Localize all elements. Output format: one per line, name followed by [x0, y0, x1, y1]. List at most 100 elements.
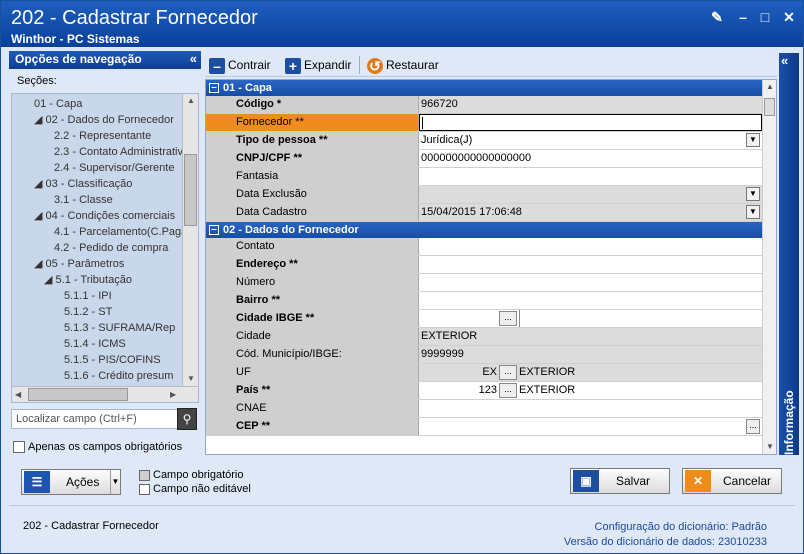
scrollbar-thumb[interactable] — [184, 154, 197, 226]
property-row[interactable]: Cidade EXTERIOR — [206, 328, 762, 346]
property-row[interactable]: Bairro ** — [206, 292, 762, 310]
text-cursor — [422, 117, 423, 129]
property-value[interactable] — [419, 256, 762, 273]
property-value[interactable]: ... — [419, 310, 762, 327]
chevron-down-icon[interactable]: ▼ — [746, 205, 760, 219]
info-panel[interactable]: « Informação — [779, 53, 799, 455]
property-row[interactable]: Endereço ** — [206, 256, 762, 274]
tree-horizontal-scrollbar[interactable]: ◀ ▶ — [12, 386, 198, 402]
footer-dictionary-info: Configuração do dicionário: Padrão Versã… — [564, 520, 767, 550]
property-value[interactable] — [419, 274, 762, 291]
expand-button[interactable]: + Expandir — [285, 56, 351, 74]
property-value[interactable] — [419, 168, 762, 185]
tree-item[interactable]: 3.1 - Classe — [14, 192, 198, 208]
close-button[interactable]: ✕ — [781, 9, 797, 25]
tree-item[interactable]: 5.1.1 - IPI — [14, 288, 198, 304]
tree-item[interactable]: 5.1.4 - ICMS — [14, 336, 198, 352]
scroll-up-icon[interactable]: ▲ — [766, 82, 774, 91]
tree-vertical-scrollbar[interactable]: ▲ ▼ — [182, 94, 198, 386]
main-window: 202 - Cadastrar Fornecedor Winthor - PC … — [0, 0, 804, 554]
tree-item[interactable]: 4.1 - Parcelamento(C.Paga — [14, 224, 198, 240]
sections-tree: 01 - Capa ◢ 02 - Dados do Fornecedor 2.2 -… — [11, 93, 199, 403]
scroll-left-icon[interactable]: ◀ — [15, 390, 21, 399]
property-row[interactable]: Cód. Município/IBGE: 9999999 — [206, 346, 762, 364]
tree-item[interactable]: 01 - Capa — [14, 96, 198, 112]
expand-panel-icon[interactable]: « — [781, 53, 788, 68]
grid-toolbar: – Contrair + Expandir ↺ Restaurar — [205, 53, 777, 77]
collapse-toggle-icon[interactable]: – — [209, 225, 219, 235]
property-value[interactable] — [419, 238, 762, 255]
collapse-panel-icon[interactable]: « — [190, 51, 197, 66]
tree-item[interactable]: ◢ 5.1 - Tributação — [14, 272, 198, 288]
property-row[interactable]: Fornecedor ** — [206, 114, 762, 132]
property-row[interactable]: País ** 123... EXTERIOR — [206, 382, 762, 400]
property-value[interactable]: Jurídica(J) ▼ — [419, 132, 762, 149]
save-button[interactable]: ▣ Salvar — [570, 468, 670, 494]
tree-item[interactable]: 2.2 - Representante — [14, 128, 198, 144]
property-row[interactable]: CNPJ/CPF ** 000000000000000000 — [206, 150, 762, 168]
property-row[interactable]: Data Cadastro 15/04/2015 17:06:48 ▼ — [206, 204, 762, 222]
maximize-button[interactable]: □ — [757, 9, 773, 25]
property-row[interactable]: Fantasia — [206, 168, 762, 186]
scrollbar-thumb[interactable] — [764, 98, 775, 116]
lookup-button[interactable]: ... — [746, 419, 760, 434]
property-row[interactable]: Data Exclusão ▼ — [206, 186, 762, 204]
minimize-button[interactable]: – — [735, 9, 751, 25]
tree-item[interactable]: ◢ 03 - Classificação — [14, 176, 198, 192]
chevron-down-icon[interactable]: ▼ — [746, 133, 760, 147]
tree-item[interactable]: 2.3 - Contato Administrativ — [14, 144, 198, 160]
tree-item[interactable]: 5.1.3 - SUFRAMA/Rep — [14, 320, 198, 336]
property-value[interactable]: 000000000000000000 — [419, 150, 762, 167]
property-value: 966720 — [419, 96, 762, 113]
property-row[interactable]: Código * 966720 — [206, 96, 762, 114]
property-value[interactable] — [419, 292, 762, 309]
actions-button[interactable]: ☰ Ações ▼ — [21, 469, 121, 495]
lookup-button[interactable]: ... — [499, 383, 517, 398]
collapse-toggle-icon[interactable]: – — [209, 83, 219, 93]
tree-item[interactable]: 2.4 - Supervisor/Gerente — [14, 160, 198, 176]
tree-item[interactable]: 5.1.2 - ST — [14, 304, 198, 320]
property-value[interactable] — [419, 400, 762, 417]
property-row[interactable]: CNAE — [206, 400, 762, 418]
chevron-down-icon[interactable]: ▼ — [110, 470, 120, 494]
tree-item[interactable]: ◢ 02 - Dados do Fornecedor — [14, 112, 198, 128]
scroll-up-icon[interactable]: ▲ — [187, 96, 195, 105]
tree-item[interactable]: 4.2 - Pedido de compra — [14, 240, 198, 256]
edit-window-icon[interactable]: ✎ — [709, 9, 725, 25]
scroll-right-icon[interactable]: ▶ — [170, 390, 176, 399]
property-row[interactable]: UF EX... EXTERIOR — [206, 364, 762, 382]
property-value[interactable] — [419, 114, 762, 131]
property-row[interactable]: Cidade IBGE **... — [206, 310, 762, 328]
property-value[interactable]: 123... EXTERIOR — [419, 382, 762, 399]
property-value[interactable]: ... — [419, 418, 762, 435]
checkbox-box[interactable] — [13, 441, 25, 454]
tree-item[interactable]: 5.1.5 - PIS/COFINS — [14, 352, 198, 368]
scroll-down-icon[interactable]: ▼ — [187, 374, 195, 383]
lookup-button[interactable]: ... — [499, 365, 517, 380]
section-header[interactable]: –02 - Dados do Fornecedor — [206, 222, 762, 238]
only-required-checkbox[interactable]: Apenas os campos obrigatórios — [13, 441, 182, 454]
tree-item[interactable]: 5.1.6 - Crédito presum — [14, 368, 198, 384]
tree-item[interactable]: ◢ 04 - Condições comerciais — [14, 208, 198, 224]
close-icon: ✕ — [685, 470, 711, 492]
scrollbar-thumb[interactable] — [28, 388, 128, 401]
legend: Campo obrigatório Campo não editável — [139, 468, 251, 496]
search-icon[interactable]: ⚲ — [177, 408, 197, 430]
property-row[interactable]: Número — [206, 274, 762, 292]
property-row[interactable]: Tipo de pessoa ** Jurídica(J) ▼ — [206, 132, 762, 150]
scroll-down-icon[interactable]: ▼ — [766, 442, 774, 451]
section-header[interactable]: –01 - Capa — [206, 80, 762, 96]
restore-label: Restaurar — [386, 58, 439, 72]
actions-label: Ações — [66, 475, 100, 489]
grid-vertical-scrollbar[interactable]: ▲ ▼ — [762, 80, 776, 454]
tree-item[interactable]: ◢ 05 - Parâmetros — [14, 256, 198, 272]
collapse-label: Contrair — [228, 58, 271, 72]
chevron-down-icon[interactable]: ▼ — [746, 187, 760, 201]
collapse-button[interactable]: – Contrair — [209, 56, 271, 74]
find-field-input[interactable]: Localizar campo (Ctrl+F) — [11, 409, 179, 429]
property-row[interactable]: CEP **... — [206, 418, 762, 436]
cancel-button[interactable]: ✕ Cancelar — [682, 468, 782, 494]
lookup-button[interactable]: ... — [499, 311, 517, 326]
restore-button[interactable]: ↺ Restaurar — [367, 56, 439, 74]
property-row[interactable]: Contato — [206, 238, 762, 256]
